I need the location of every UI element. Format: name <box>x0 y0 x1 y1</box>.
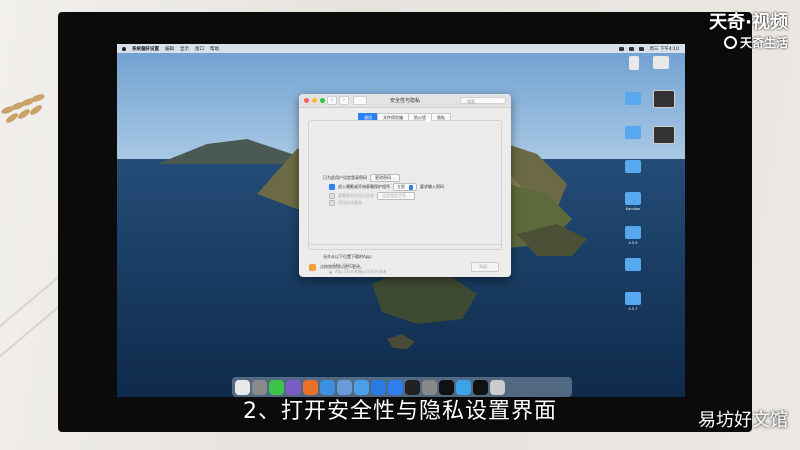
desktop-icon-label: Kandian <box>625 207 641 211</box>
menu-view[interactable]: 显示 <box>180 46 189 52</box>
mac-screen: 系统偏好设置 编辑 显示 窗口 帮助 周三 下午4:10 Kandian 4.5… <box>117 44 685 397</box>
image-file-icon[interactable] <box>653 126 675 144</box>
watermark-logo-icon <box>723 36 737 49</box>
video-subtitle: 2、打开安全性与隐私设置界面 <box>243 399 557 424</box>
folder-icon[interactable] <box>625 192 641 205</box>
image-file-icon[interactable] <box>653 90 675 108</box>
folder-icon[interactable] <box>625 226 641 239</box>
advanced-button[interactable]: 高级… <box>471 262 499 272</box>
require-password-row: 进入睡眠或开始屏幕保护程序 立即 要求输入密码 <box>329 183 444 191</box>
desktop-icon-label: 4.5.7 <box>628 307 638 311</box>
watermark-line2-row: 天奇生活 <box>709 34 788 51</box>
folder-icon[interactable] <box>625 126 641 139</box>
search-input[interactable]: 搜索 <box>460 97 506 104</box>
window-titlebar[interactable]: ‹ › 安全性与隐私 搜索 <box>299 94 511 108</box>
require-password-value: 立即 <box>397 184 405 189</box>
lock-message-label: 屏幕锁定时显示信息 <box>338 193 374 198</box>
mac-menubar: 系统偏好设置 编辑 显示 窗口 帮助 周三 下午4:10 <box>117 44 685 53</box>
lock-message: 点按锁按钮以进行更改。 <box>320 264 364 269</box>
folder-icon[interactable] <box>625 292 641 305</box>
watermark-line2: 天奇生活 <box>739 36 788 50</box>
change-password-button[interactable]: 更改密码… <box>370 174 400 182</box>
require-password-select[interactable]: 立即 <box>393 183 417 191</box>
section-divider <box>308 244 502 245</box>
login-password-label: 已为此用户设定登录密码 <box>323 175 367 180</box>
folder-icon[interactable] <box>625 160 641 173</box>
watermark-line1: 天奇·视频 <box>709 12 788 33</box>
login-password-row: 已为此用户设定登录密码 更改密码… <box>323 174 400 182</box>
corner-watermark: 易坊好文馆 <box>698 410 788 431</box>
watermark: 天奇·视频 天奇生活 <box>709 8 788 51</box>
wheat-decoration <box>1 94 45 123</box>
disable-autologin-row: 停用自动登录 <box>329 200 362 206</box>
desktop-icon-label: 4.5.5 <box>628 241 638 245</box>
menu-app-name[interactable]: 系统偏好设置 <box>132 46 159 52</box>
lock-message-checkbox[interactable] <box>329 193 335 199</box>
lock-message-row: 屏幕锁定时显示信息 设定锁定信息… <box>329 192 415 200</box>
disable-autologin-label: 停用自动登录 <box>338 200 362 205</box>
select-arrow-icon <box>409 184 413 190</box>
apple-icon[interactable] <box>122 46 126 51</box>
lock-icon[interactable] <box>309 263 316 271</box>
desktop-icon-column: Kandian 4.5.5 4.5.7 <box>605 44 685 397</box>
file-icon[interactable] <box>629 56 639 70</box>
file-icon[interactable] <box>653 56 669 69</box>
require-password-suffix: 要求输入密码 <box>420 184 444 189</box>
require-password-label: 进入睡眠或开始屏幕保护程序 <box>338 184 390 189</box>
menu-edit[interactable]: 编辑 <box>165 46 174 52</box>
security-privacy-window: ‹ › 安全性与隐私 搜索 通用 文件保险箱 防火墙 隐私 已为此用户设定登录密… <box>299 94 511 277</box>
folder-icon[interactable] <box>625 92 641 105</box>
folder-icon[interactable] <box>625 258 641 271</box>
set-lock-message-button[interactable]: 设定锁定信息… <box>377 192 415 200</box>
menu-window[interactable]: 窗口 <box>195 46 204 52</box>
require-password-checkbox[interactable] <box>329 184 335 190</box>
disable-autologin-checkbox[interactable] <box>329 200 335 206</box>
window-footer: 点按锁按钮以进行更改。 高级… <box>299 257 511 277</box>
menu-help[interactable]: 帮助 <box>210 46 219 52</box>
